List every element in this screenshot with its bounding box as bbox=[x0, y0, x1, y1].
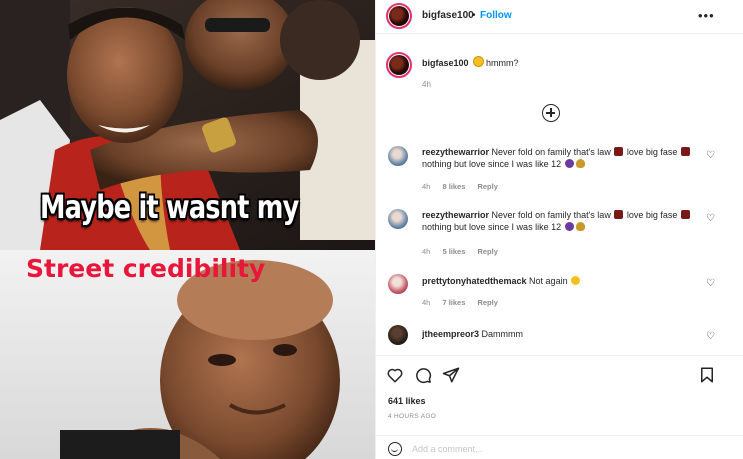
follow-button[interactable]: Follow bbox=[480, 10, 512, 21]
comment-text: fase bbox=[660, 210, 678, 220]
comment-text: nothing but love since I was like 12 bbox=[422, 159, 562, 169]
caption-author-avatar[interactable] bbox=[386, 52, 412, 78]
emoji-icon bbox=[575, 159, 585, 168]
caption-text: hmmm? bbox=[486, 58, 519, 68]
comment-likes[interactable]: 5 likes bbox=[442, 247, 465, 256]
emoji-icon bbox=[564, 159, 574, 168]
like-comment-heart-icon[interactable]: ♡ bbox=[706, 213, 715, 224]
comment-text: nothing but love since I was like 12 bbox=[422, 222, 562, 232]
reply-button[interactable]: Reply bbox=[477, 182, 497, 191]
like-comment-heart-icon[interactable]: ♡ bbox=[706, 150, 715, 161]
comment-meta: 4h 5 likes Reply bbox=[422, 247, 508, 256]
laughing-emoji-icon bbox=[571, 276, 581, 285]
post-author-username[interactable]: bigfase100 bbox=[422, 10, 474, 21]
like-heart-icon[interactable] bbox=[386, 366, 404, 384]
reply-button[interactable]: Reply bbox=[477, 298, 497, 307]
load-more-comments-icon[interactable] bbox=[542, 104, 560, 122]
emoji-icon bbox=[680, 210, 690, 219]
post-header: bigfase100 • Follow ••• bbox=[376, 0, 743, 34]
comment-text: Never fold on family that's law bbox=[491, 147, 611, 157]
reply-button[interactable]: Reply bbox=[477, 247, 497, 256]
comment-likes[interactable]: 8 likes bbox=[442, 182, 465, 191]
comment-username[interactable]: reezythewarrior bbox=[422, 147, 489, 157]
comment-body: reezythewarrior Never fold on family tha… bbox=[422, 146, 692, 170]
commenter-avatar[interactable] bbox=[388, 209, 408, 229]
separator-dot: • bbox=[472, 10, 476, 21]
meme-caption-bottom: Street credibility bbox=[26, 254, 266, 283]
like-comment-heart-icon[interactable]: ♡ bbox=[706, 278, 715, 289]
comment-time: 4h bbox=[422, 247, 431, 256]
add-comment-input[interactable] bbox=[412, 440, 672, 458]
emoji-icon bbox=[614, 210, 624, 219]
comment-meta: 4h 7 likes Reply bbox=[422, 298, 508, 307]
commenter-avatar[interactable] bbox=[388, 146, 408, 166]
comment-bubble-icon[interactable] bbox=[414, 366, 432, 384]
comment-username[interactable]: prettytonyhatedthemack bbox=[422, 276, 527, 286]
emoji-icon bbox=[680, 147, 690, 156]
comment-time: 4h bbox=[422, 182, 431, 191]
post-timestamp: 4 HOURS AGO bbox=[388, 413, 437, 420]
commenter-avatar[interactable] bbox=[388, 274, 408, 294]
add-comment-bar bbox=[376, 435, 743, 459]
comment-body: prettytonyhatedthemack Not again bbox=[422, 275, 692, 287]
comment-text: Never fold on family that's law bbox=[491, 210, 611, 220]
post-sidebar: bigfase100 • Follow ••• bigfase100 hmmm?… bbox=[375, 0, 743, 459]
save-bookmark-icon[interactable] bbox=[698, 366, 716, 384]
comment-text: love big bbox=[626, 147, 658, 157]
comment-body: jtheempreor3 Dammmm bbox=[422, 328, 692, 340]
caption-timestamp: 4h bbox=[422, 80, 431, 89]
meme-caption-top: Maybe it wasnt my bbox=[40, 188, 299, 226]
more-options-icon[interactable]: ••• bbox=[698, 8, 715, 23]
like-comment-heart-icon[interactable]: ♡ bbox=[706, 331, 715, 342]
comment-text: love big bbox=[626, 210, 658, 220]
commenter-avatar[interactable] bbox=[388, 325, 408, 345]
thinking-face-emoji-icon bbox=[473, 56, 484, 67]
comment-username[interactable]: reezythewarrior bbox=[422, 210, 489, 220]
caption-username[interactable]: bigfase100 bbox=[422, 58, 469, 68]
post-image[interactable]: Maybe it wasnt my Street credibility bbox=[0, 0, 375, 459]
emoji-icon bbox=[575, 222, 585, 231]
comment-username[interactable]: jtheempreor3 bbox=[422, 329, 479, 339]
likes-count[interactable]: 641 likes bbox=[388, 396, 426, 406]
comment-text: fase bbox=[660, 147, 678, 157]
comment-likes[interactable]: 7 likes bbox=[442, 298, 465, 307]
emoji-picker-smiley-icon[interactable] bbox=[388, 442, 402, 456]
comment-time: 4h bbox=[422, 298, 431, 307]
post-author-avatar[interactable] bbox=[386, 3, 412, 29]
emoji-icon bbox=[614, 147, 624, 156]
post-actions: 641 likes 4 HOURS AGO bbox=[376, 355, 743, 435]
share-paper-plane-icon[interactable] bbox=[442, 366, 460, 384]
emoji-icon bbox=[564, 222, 574, 231]
comment-meta: 4h 8 likes Reply bbox=[422, 182, 508, 191]
comment-body: reezythewarrior Never fold on family tha… bbox=[422, 209, 692, 233]
comment-text: Not again bbox=[529, 276, 568, 286]
meme-photo-illustration bbox=[0, 0, 375, 459]
comment-text: Dammmm bbox=[481, 329, 524, 339]
